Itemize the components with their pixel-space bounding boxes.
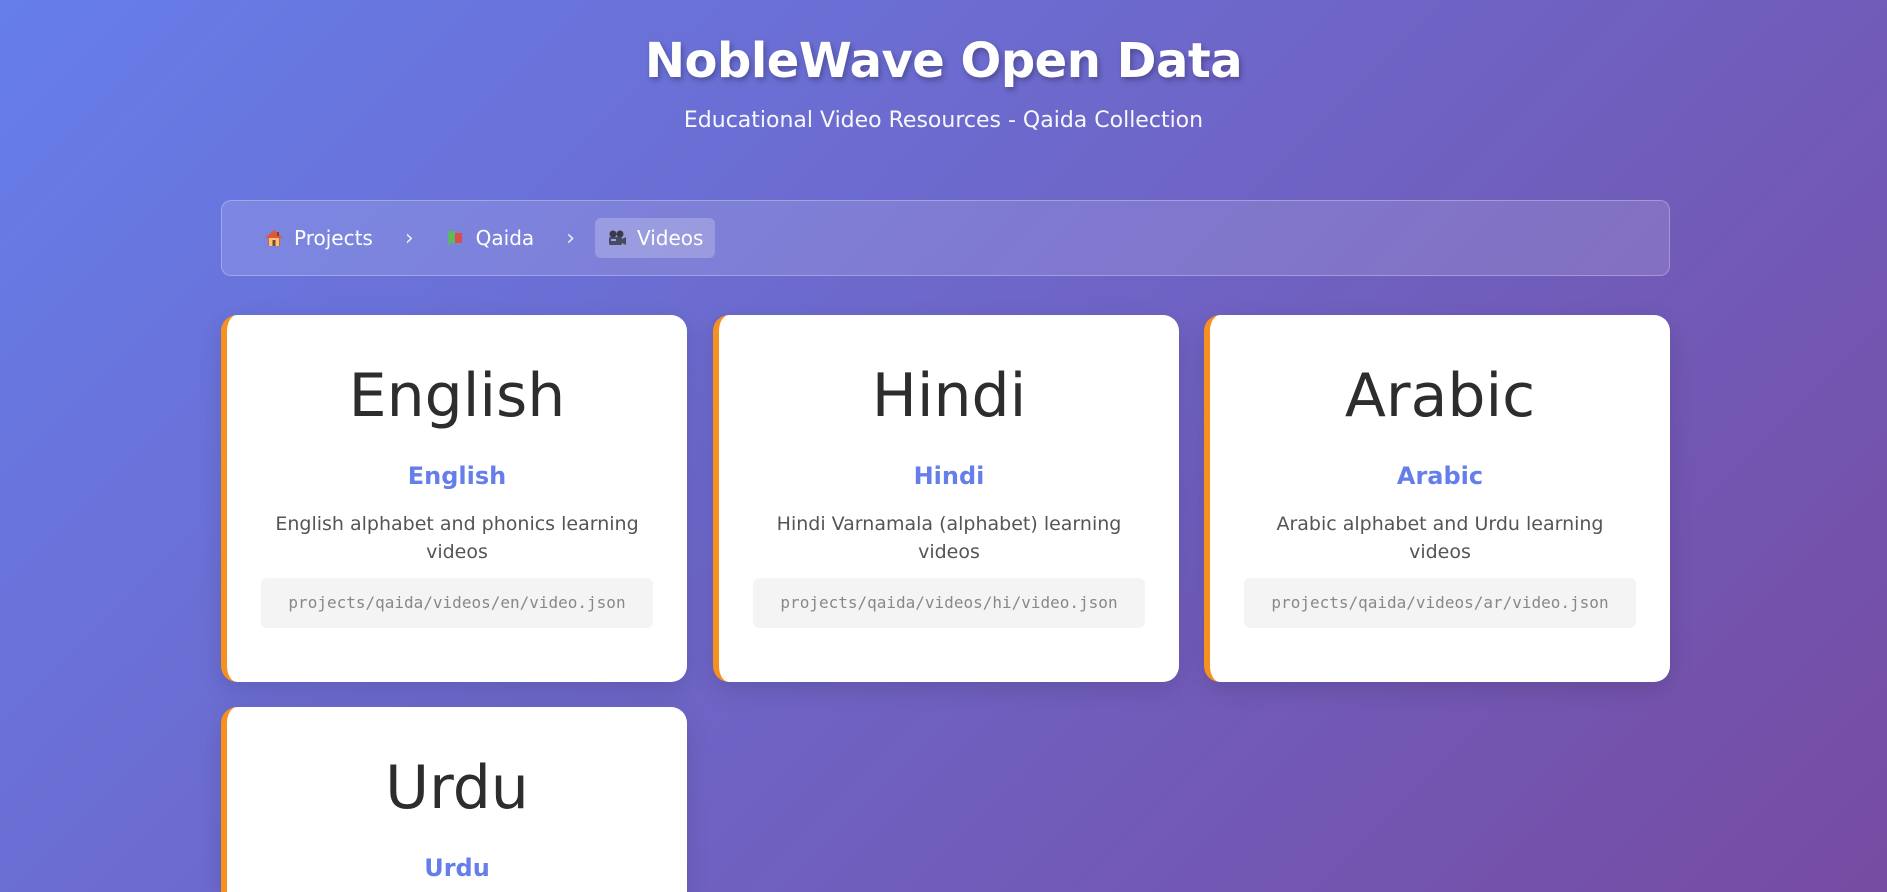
page-title: NobleWave Open Data xyxy=(644,33,1243,89)
card-language-name: Arabic xyxy=(1396,462,1484,490)
video-camera-icon xyxy=(607,228,627,248)
breadcrumb-videos[interactable]: Videos xyxy=(595,218,716,258)
language-card-urdu[interactable]: Urdu Urdu xyxy=(221,707,687,892)
breadcrumb-projects[interactable]: Projects xyxy=(252,218,385,258)
card-json-path: projects/qaida/videos/ar/video.json xyxy=(1244,578,1636,628)
language-card-hindi[interactable]: Hindi Hindi Hindi Varnamala (alphabet) l… xyxy=(713,315,1179,682)
breadcrumb-separator: › xyxy=(404,225,414,251)
page-subtitle: Educational Video Resources - Qaida Coll… xyxy=(683,108,1204,133)
card-native-title: Arabic xyxy=(1344,361,1536,431)
language-card-english[interactable]: English English English alphabet and pho… xyxy=(221,315,687,682)
card-description: Arabic alphabet and Urdu learning videos xyxy=(1276,513,1604,563)
page-header: NobleWave Open Data Educational Video Re… xyxy=(0,0,1887,136)
card-native-title: Urdu xyxy=(385,753,529,823)
card-native-title: English xyxy=(348,361,566,431)
language-card-arabic[interactable]: Arabic Arabic Arabic alphabet and Urdu l… xyxy=(1204,315,1670,682)
breadcrumb-separator: › xyxy=(566,225,575,251)
card-json-path: projects/qaida/videos/hi/video.json xyxy=(753,578,1145,628)
breadcrumb-label: Videos xyxy=(637,226,704,250)
books-icon xyxy=(446,228,466,248)
breadcrumb-label: Projects xyxy=(294,226,373,250)
card-native-title: Hindi xyxy=(871,361,1027,431)
card-language-name: English xyxy=(407,462,507,490)
card-language-name: Urdu xyxy=(424,854,490,882)
breadcrumb: Projects › Qaida › Videos xyxy=(221,200,1670,276)
house-icon xyxy=(264,228,284,248)
card-json-path: projects/qaida/videos/en/video.json xyxy=(261,578,653,628)
breadcrumb-label: Qaida xyxy=(475,226,535,250)
card-language-name: Hindi xyxy=(913,462,985,490)
card-description: English alphabet and phonics learning vi… xyxy=(275,513,639,563)
breadcrumb-qaida[interactable]: Qaida xyxy=(434,218,547,258)
card-description: Hindi Varnamala (alphabet) learning vide… xyxy=(776,513,1122,563)
